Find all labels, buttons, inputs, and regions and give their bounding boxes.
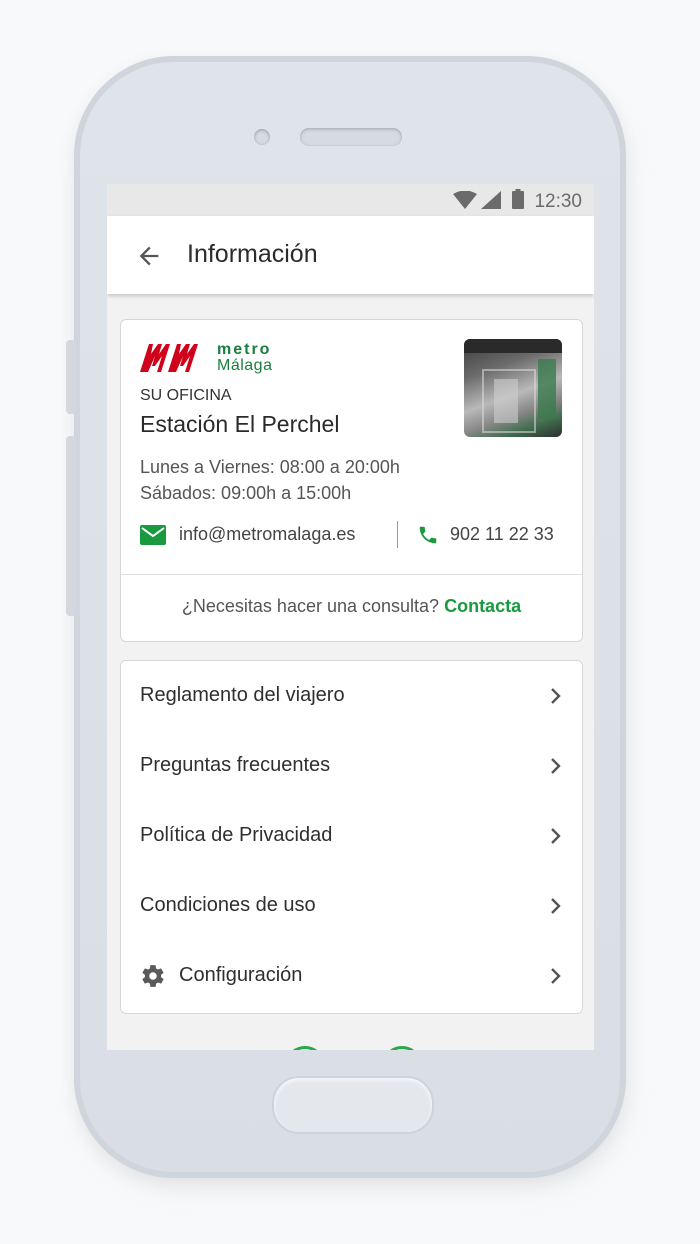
menu-item-label: Preguntas frecuentes	[140, 754, 331, 776]
menu-item-reglamento[interactable]: Reglamento del viajero	[121, 661, 582, 732]
chevron-right-icon	[551, 758, 561, 774]
contact-divider	[397, 521, 398, 548]
gear-icon	[142, 965, 164, 987]
menu-item-privacy[interactable]: Política de Privacidad	[121, 801, 582, 872]
arrow-back-icon[interactable]	[135, 242, 163, 270]
card-divider	[121, 574, 582, 575]
consult-text: ¿Necesitas hacer una consulta?	[181, 596, 440, 616]
menu-item-label: Condiciones de uso	[140, 894, 316, 916]
wifi-icon	[453, 191, 477, 209]
page-title: Información	[187, 240, 318, 268]
front-camera	[254, 129, 270, 145]
chevron-right-icon	[551, 898, 561, 914]
email-link[interactable]: info@metromalaga.es	[179, 524, 355, 545]
volume-button	[66, 340, 76, 414]
floating-button-right[interactable]	[382, 1046, 422, 1050]
chevron-right-icon	[551, 688, 561, 704]
station-photo	[464, 339, 562, 437]
hours-saturday: Sábados: 09:00h a 15:00h	[140, 483, 352, 503]
email-icon	[140, 525, 166, 545]
phone-icon	[419, 526, 437, 544]
hours-weekdays: Lunes a Viernes: 08:00 a 20:00h	[140, 457, 400, 477]
metro-logo-icon	[140, 344, 198, 372]
battery-icon	[512, 189, 524, 209]
office-card: metro Málaga SU OFICINA Estación El Perc…	[120, 319, 583, 642]
signal-icon	[481, 191, 501, 209]
home-button[interactable]	[272, 1076, 434, 1134]
status-time: 12:30	[534, 191, 582, 212]
office-name: Estación El Perchel	[140, 411, 340, 437]
screen: 12:30 Información metro Málaga SU OFICIN…	[107, 184, 594, 1050]
menu-item-faq[interactable]: Preguntas frecuentes	[121, 731, 582, 802]
chevron-right-icon	[551, 828, 561, 844]
menu-list: Reglamento del viajero Preguntas frecuen…	[120, 660, 583, 1014]
consult-row: ¿Necesitas hacer una consulta? Contacta	[121, 596, 582, 617]
menu-item-terms[interactable]: Condiciones de uso	[121, 871, 582, 942]
contact-link[interactable]: Contacta	[444, 596, 521, 616]
office-hours: Lunes a Viernes: 08:00 a 20:00h Sábados:…	[140, 454, 400, 506]
menu-item-label: Reglamento del viajero	[140, 684, 345, 706]
menu-item-settings[interactable]: Configuración	[121, 941, 582, 1011]
chevron-right-icon	[551, 968, 561, 984]
logo-city-text: Málaga	[217, 357, 273, 374]
power-button	[66, 436, 76, 616]
office-label: SU OFICINA	[140, 387, 232, 404]
floating-button-left[interactable]	[285, 1046, 325, 1050]
phone-link[interactable]: 902 11 22 33	[450, 524, 554, 545]
menu-item-label: Configuración	[179, 964, 303, 986]
status-bar: 12:30	[107, 184, 594, 216]
menu-item-label: Política de Privacidad	[140, 824, 333, 846]
logo-metro-text: metro	[217, 341, 272, 358]
app-bar: Información	[107, 216, 594, 294]
earpiece-speaker	[300, 128, 402, 146]
